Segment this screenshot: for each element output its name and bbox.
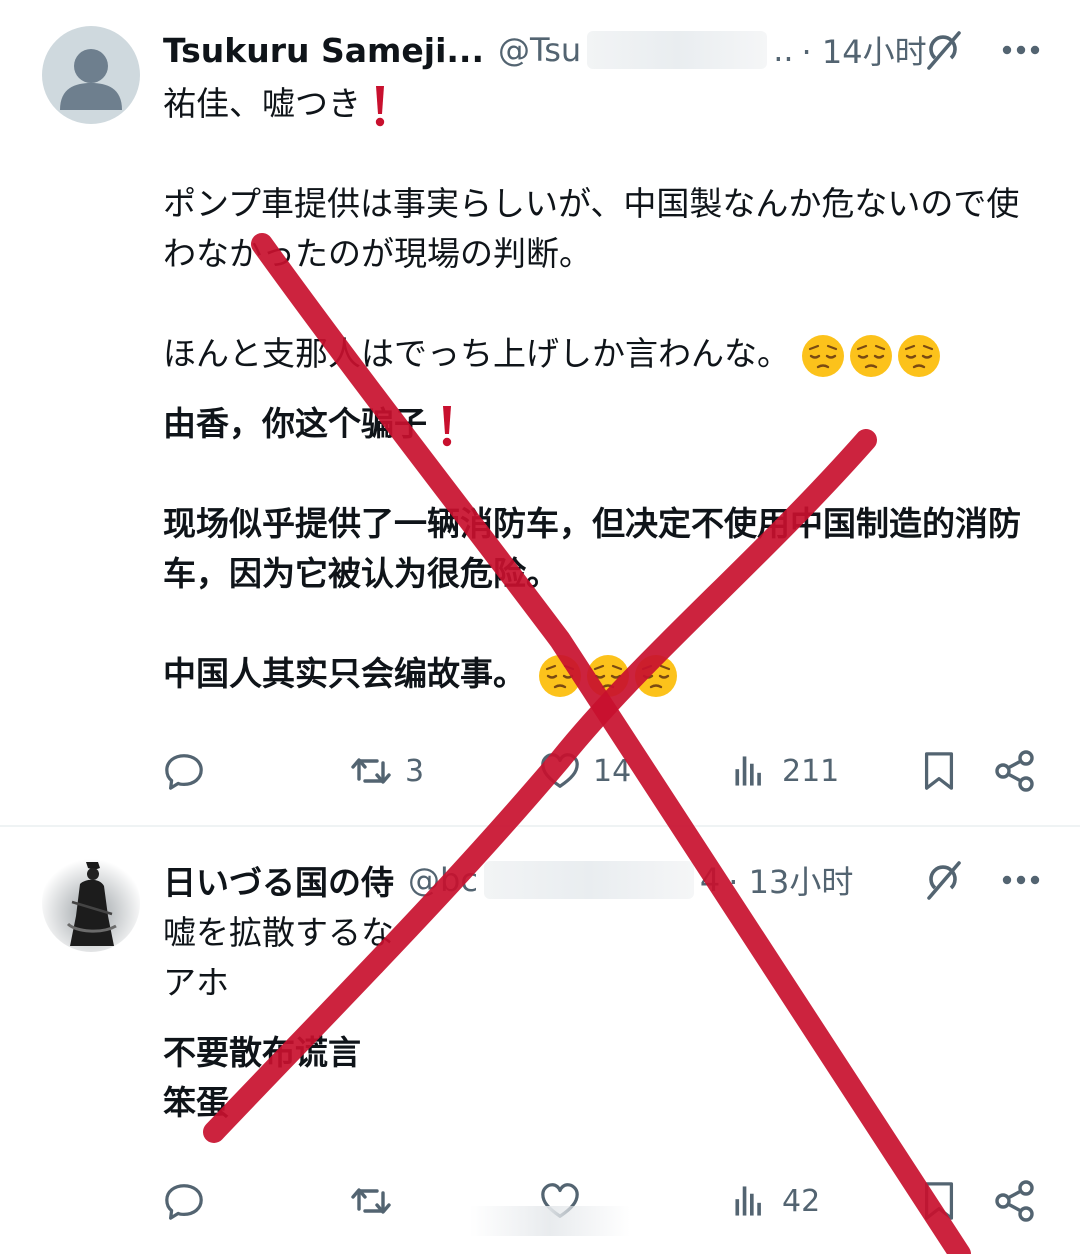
retweet-count: 3 [405,753,425,789]
timestamp[interactable]: · 13小时 [728,857,853,903]
original-text-line: 祐佳、嘘つき [163,79,1043,129]
bookmark-icon [918,1180,960,1222]
bookmark-button[interactable] [918,1176,960,1226]
views-button[interactable]: 42 [730,1176,820,1226]
original-text-line: アホ [163,963,229,1002]
retweet-icon [349,1179,393,1223]
display-name[interactable]: Tsukuru Sameji... [163,31,484,70]
watermark-blur [470,1206,630,1236]
views-count: 211 [782,753,840,789]
user-handle[interactable]: @Tsu [498,31,581,69]
grok-icon[interactable] [921,858,965,902]
bookmark-button[interactable] [918,746,960,796]
action-bar: 3 14 211 [163,746,1043,796]
views-button[interactable]: 211 [730,746,839,796]
tweet-header: 日いづる国の侍 @bc 4 · 13小时 [163,856,1043,904]
tweet-body: 嘘を拡散するな アホ 不要散布谎言 笨蛋 [163,908,1043,1128]
default-avatar-icon[interactable] [42,26,140,124]
tweet-body: 祐佳、嘘つき ポンプ車提供は事実らしいが、中国製なんか危ないので使わなかったのが… [163,79,1043,699]
retweet-icon [349,749,393,793]
original-text-line: ほんと支那人はでっち上げしか言わんな。 [163,329,1043,379]
views-icon [730,1181,770,1221]
user-handle[interactable]: @bc [408,861,478,899]
like-count: 14 [593,753,632,789]
pensive-face-emoji [586,654,630,698]
more-options-icon[interactable] [999,28,1043,72]
original-text-line: 嘘を拡散するな [163,913,394,952]
display-name[interactable]: 日いづる国の侍 [163,856,394,904]
reply-icon [163,1180,205,1222]
retweet-button[interactable]: 3 [349,746,424,796]
translated-text-line: 现场似乎提供了一辆消防车，但决定不使用中国制造的消防车，因为它被认为很危险。 [163,504,1021,593]
translated-text-line: 由香，你这个骗子 [163,399,1043,449]
timestamp[interactable]: · 14小时 [802,27,927,73]
header-icons [921,856,1043,904]
share-icon [993,749,1037,793]
blurred-handle [587,31,768,69]
views-count: 42 [782,1183,821,1219]
retweet-button[interactable] [349,1176,405,1226]
translated-text-line: 笨蛋 [163,1083,229,1122]
red-exclamation-icon [439,404,455,448]
reply-icon [163,750,205,792]
reply-button[interactable] [163,746,217,796]
pensive-face-emoji [801,334,845,378]
like-button[interactable]: 14 [539,746,631,796]
tweet-header: Tsukuru Sameji... @Tsu .. · 14小时 [163,26,1043,74]
blurred-handle [483,861,694,899]
share-button[interactable] [993,746,1037,796]
samurai-avatar-icon[interactable] [42,854,140,952]
pensive-face-emoji [538,654,582,698]
share-button[interactable] [993,1176,1037,1226]
original-text-line: ポンプ車提供は事実らしいが、中国製なんか危ないので使わなかったのが現場の判断。 [163,184,1020,273]
tweet-divider [0,825,1080,827]
tweet-1[interactable]: Tsukuru Sameji... @Tsu .. · 14小时 祐佳、嘘つき … [0,0,1080,822]
share-icon [993,1179,1037,1223]
pensive-face-emoji [634,654,678,698]
grok-icon[interactable] [921,28,965,72]
header-icons [921,26,1043,74]
more-options-icon[interactable] [999,858,1043,902]
handle-tail: .. [773,31,794,69]
pensive-face-emoji [897,334,941,378]
heart-icon [539,750,581,792]
handle-tail: 4 [699,861,721,899]
translated-text-line: 中国人其实只会编故事。 [163,649,1043,699]
red-exclamation-icon [372,84,388,128]
bookmark-icon [918,750,960,792]
pensive-face-emoji [849,334,893,378]
tweet-2[interactable]: 日いづる国の侍 @bc 4 · 13小时 嘘を拡散するな アホ 不要散布谎言 笨… [0,828,1080,1254]
reply-button[interactable] [163,1176,217,1226]
views-icon [730,751,770,791]
translated-text-line: 不要散布谎言 [163,1033,361,1072]
